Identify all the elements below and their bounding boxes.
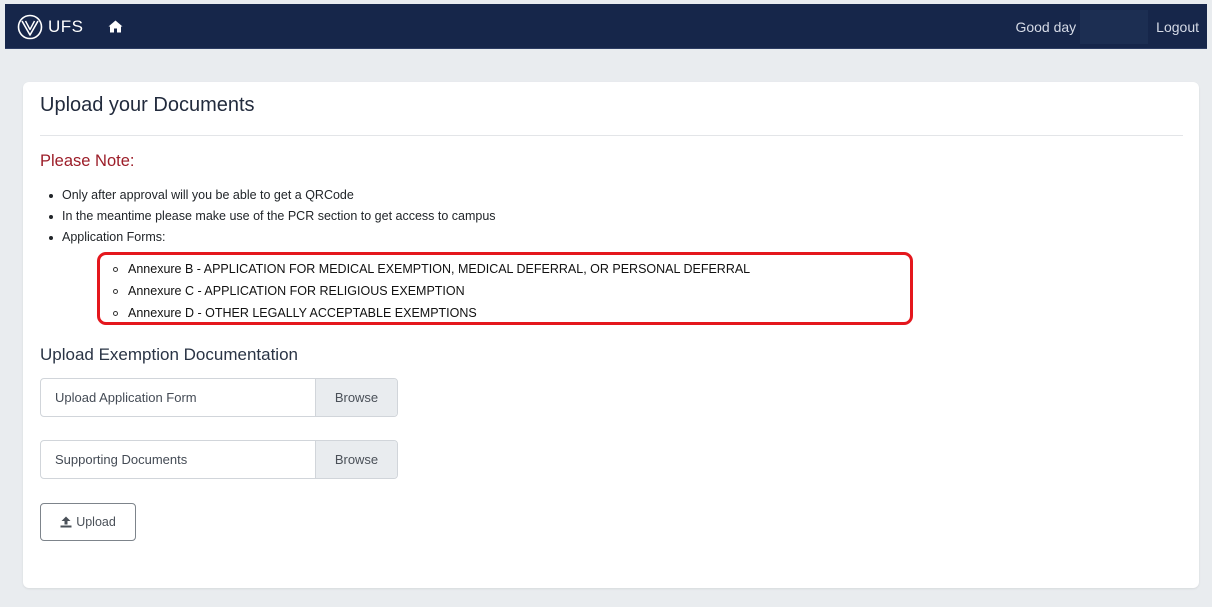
ufs-shield-icon — [17, 14, 43, 39]
upload-button[interactable]: Upload — [40, 503, 136, 541]
supporting-documents-file-input[interactable]: Supporting Documents Browse — [40, 440, 398, 479]
form-item-annexure-c[interactable]: Annexure C - APPLICATION FOR RELIGIOUS E… — [105, 280, 750, 302]
greeting-text: Good day — [1015, 18, 1077, 35]
home-link[interactable] — [108, 20, 123, 33]
home-icon — [108, 20, 122, 33]
note-list: Only after approval will you be able to … — [40, 185, 496, 248]
application-form-browse-button[interactable]: Browse — [315, 379, 397, 416]
section-heading: Upload Exemption Documentation — [40, 345, 298, 364]
upload-icon — [60, 516, 72, 528]
form-item-annexure-b[interactable]: Annexure B - APPLICATION FOR MEDICAL EXE… — [105, 258, 750, 280]
note-item-application-forms: Application Forms: — [40, 227, 496, 248]
supporting-documents-file-label[interactable]: Supporting Documents — [41, 441, 315, 478]
supporting-documents-browse-button[interactable]: Browse — [315, 441, 397, 478]
upload-documents-card: Upload your Documents Please Note: Only … — [23, 82, 1199, 588]
ufs-logo-link[interactable]: UFS — [17, 14, 84, 40]
application-forms-list: Annexure B - APPLICATION FOR MEDICAL EXE… — [105, 258, 750, 324]
navbar-left: UFS — [17, 4, 123, 49]
top-navbar: UFS Good day Logout — [5, 4, 1207, 49]
note-heading: Please Note: — [40, 152, 135, 170]
upload-button-label: Upload — [76, 515, 116, 529]
application-form-file-input[interactable]: Upload Application Form Browse — [40, 378, 398, 417]
title-divider — [40, 135, 1183, 136]
note-item: In the meantime please make use of the P… — [40, 206, 496, 227]
form-item-annexure-d[interactable]: Annexure D - OTHER LEGALLY ACCEPTABLE EX… — [105, 302, 750, 324]
user-name-redacted — [1080, 9, 1149, 44]
brand-text: UFS — [48, 16, 84, 36]
navbar-right: Good day Logout — [1015, 4, 1199, 49]
page-title: Upload your Documents — [40, 94, 255, 116]
note-item: Only after approval will you be able to … — [40, 185, 496, 206]
application-form-file-label[interactable]: Upload Application Form — [41, 379, 315, 416]
logout-link[interactable]: Logout — [1156, 19, 1199, 35]
